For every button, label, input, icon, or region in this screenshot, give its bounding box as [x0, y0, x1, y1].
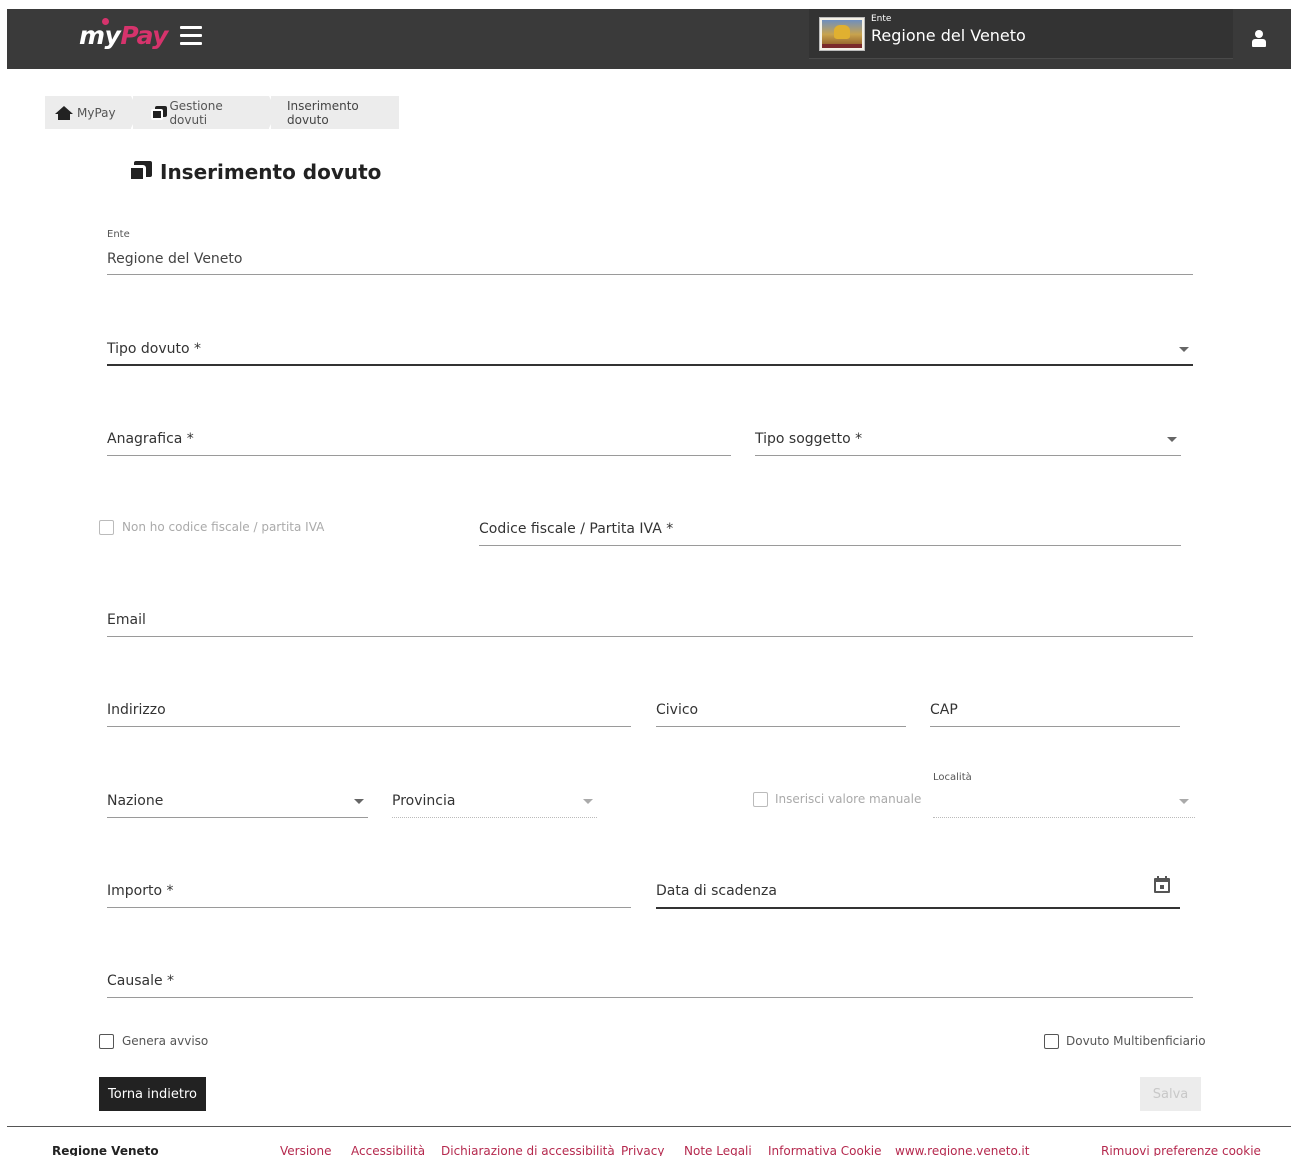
provincia-select[interactable]: Provincia [392, 787, 597, 818]
localita-label: Località [933, 772, 972, 783]
multibeneficiario-checkbox[interactable] [1044, 1034, 1059, 1049]
codice-fiscale-label: Codice fiscale / Partita IVA * [479, 521, 674, 537]
chevron-down-icon [1179, 347, 1189, 352]
nazione-label: Nazione [107, 793, 164, 809]
civico-input[interactable]: Civico [656, 696, 906, 727]
hamburger-menu-icon[interactable] [180, 26, 202, 46]
chevron-down-icon [354, 799, 364, 804]
multibeneficiario-label: Dovuto Multibenficiario [1066, 1034, 1206, 1048]
provincia-label: Provincia [392, 793, 456, 809]
anagrafica-label: Anagrafica * [107, 431, 194, 447]
chevron-down-icon [1167, 437, 1177, 442]
mypay-logo[interactable]: myPay [79, 18, 168, 50]
back-button[interactable]: Torna indietro [99, 1077, 206, 1111]
breadcrumb-section-label: Gestione dovuti [169, 98, 223, 127]
tipo-soggetto-select[interactable]: Tipo soggetto * [755, 425, 1181, 456]
ente-field-label: Ente [107, 229, 130, 240]
page-title: Inserimento dovuto [160, 160, 382, 184]
logo-prefix: my [79, 21, 121, 50]
genera-avviso-checkbox[interactable] [99, 1034, 114, 1049]
breadcrumb-home[interactable]: MyPay [45, 96, 139, 129]
importo-input[interactable]: Importo * [107, 877, 631, 908]
data-scadenza-input[interactable]: Data di scadenza [656, 876, 1180, 909]
data-scadenza-label: Data di scadenza [656, 883, 777, 899]
chevron-down-icon [583, 799, 593, 804]
top-navbar: myPay Ente Regione del Veneto [7, 9, 1291, 69]
home-icon [55, 105, 73, 120]
breadcrumb-home-label: MyPay [77, 105, 116, 120]
footer-brand: Regione Veneto [52, 1144, 159, 1156]
genera-avviso-label: Genera avviso [122, 1034, 209, 1048]
ente-field-value: Regione del Veneto [107, 251, 243, 267]
tipo-dovuto-select[interactable]: Tipo dovuto * [107, 335, 1193, 366]
breadcrumb: MyPay Gestione dovuti Inserimento dovuto [45, 96, 401, 129]
no-codice-fiscale-label: Non ho codice fiscale / partita IVA [122, 520, 325, 534]
regione-veneto-logo [819, 17, 865, 51]
causale-label: Causale * [107, 973, 175, 989]
ente-selector[interactable]: Ente Regione del Veneto [809, 9, 1233, 59]
copy-icon [151, 105, 167, 120]
inserisci-manuale-label: Inserisci valore manuale [775, 792, 922, 806]
logo-suffix: Pay [120, 21, 168, 50]
breadcrumb-current: Inserimento dovuto [271, 96, 399, 129]
footer-link-privacy[interactable]: Privacy [621, 1144, 664, 1156]
no-codice-fiscale-checkbox[interactable] [99, 520, 114, 535]
causale-input[interactable]: Causale * [107, 967, 1193, 998]
footer-link-dichiarazione[interactable]: Dichiarazione di accessibilità [441, 1144, 615, 1156]
chevron-down-icon [1179, 799, 1189, 804]
breadcrumb-gestione-dovuti[interactable]: Gestione dovuti [133, 96, 277, 129]
inserisci-manuale-checkbox[interactable] [753, 792, 768, 807]
indirizzo-label: Indirizzo [107, 702, 166, 718]
logo-dot [102, 18, 109, 25]
tipo-soggetto-label: Tipo soggetto * [755, 431, 863, 447]
footer-link-note-legali[interactable]: Note Legali [684, 1144, 752, 1156]
footer-link-regione-site[interactable]: www.regione.veneto.it [895, 1144, 1029, 1156]
civico-label: Civico [656, 702, 699, 718]
footer-link-accessibilita[interactable]: Accessibilità [351, 1144, 425, 1156]
anagrafica-input[interactable]: Anagrafica * [107, 425, 731, 456]
ente-caption: Ente [871, 14, 892, 24]
calendar-icon[interactable] [1154, 876, 1170, 893]
copy-icon [128, 161, 152, 182]
ente-name: Regione del Veneto [871, 26, 1026, 45]
breadcrumb-current-label: Inserimento dovuto [287, 98, 359, 127]
user-icon[interactable] [1251, 30, 1267, 48]
importo-label: Importo * [107, 883, 174, 899]
save-button[interactable]: Salva [1140, 1077, 1201, 1111]
localita-select[interactable]: Località [933, 771, 1195, 818]
email-input[interactable]: Email [107, 606, 1193, 637]
ente-field: Ente Regione del Veneto [107, 228, 1193, 275]
cap-label: CAP [930, 702, 958, 718]
footer-link-versione[interactable]: Versione [280, 1144, 332, 1156]
footer-divider [7, 1126, 1291, 1127]
codice-fiscale-input[interactable]: Codice fiscale / Partita IVA * [479, 515, 1181, 546]
nazione-select[interactable]: Nazione [107, 787, 368, 818]
indirizzo-input[interactable]: Indirizzo [107, 696, 631, 727]
cap-input[interactable]: CAP [930, 696, 1180, 727]
footer-link-informativa-cookie[interactable]: Informativa Cookie [768, 1144, 882, 1156]
footer-link-rimuovi-cookie[interactable]: Rimuovi preferenze cookie [1101, 1144, 1261, 1156]
email-label: Email [107, 612, 146, 628]
tipo-dovuto-label: Tipo dovuto * [107, 341, 202, 357]
